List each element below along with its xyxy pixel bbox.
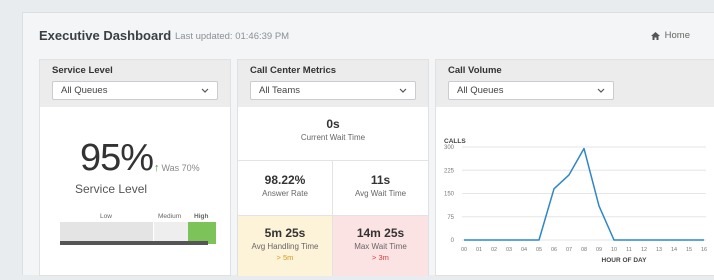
home-link[interactable]: Home [650,30,690,41]
x-tick-label: 14 [671,247,677,253]
x-tick-label: 07 [566,247,572,253]
x-tick-label: 12 [641,247,647,253]
x-tick-label: 02 [491,247,497,253]
x-tick-label: 10 [611,247,617,253]
x-tick-label: 03 [506,247,512,253]
x-tick-label: 11 [626,247,632,253]
y-tick-label: 300 [444,145,455,151]
chevron-down-icon [597,88,605,93]
x-tick-label: 06 [551,247,557,253]
was-label: Was 70% [161,163,200,173]
answer-rate-value: 98.22% [264,173,306,187]
select-value: All Queues [457,85,504,96]
panel-body: 95% ↑ Was 70% Service Level Low Medium H… [40,107,230,275]
x-tick-label: 01 [476,247,482,253]
previous-value: ↑ Was 70% [154,162,200,174]
panel-body: 0s Current Wait Time 98.22% Answer Rate … [238,107,428,276]
call-volume-chart: CALLS 0 75 150 225 300 00 01 02 03 04 05 06 07 08 09 10 1… [444,138,707,264]
max-wait-value: 14m 25s [356,226,405,240]
avg-wait-label: Avg Wait Time [354,189,407,198]
max-wait-label: Max Wait Time [354,242,407,251]
arrow-up-icon: ↑ [154,162,160,174]
gauge-level-bar [60,241,209,245]
x-tick-label: 13 [656,247,662,253]
avg-handling-cell: 5m 25s Avg Handling Time > 5m [238,216,333,276]
chevron-down-icon [201,88,209,93]
panel-header: Service Level All Queues [40,60,230,107]
header: Executive Dashboard Last updated: 01:46:… [39,27,694,47]
team-select[interactable]: All Teams [250,81,416,100]
select-value: All Queues [61,85,108,96]
current-wait-cell: 0s Current Wait Time [238,107,428,161]
current-wait-value: 0s [326,117,340,131]
series-line [464,147,704,241]
service-level-label: Service Level [75,182,148,196]
chevron-down-icon [399,88,407,93]
service-level-value: 95% [80,137,154,179]
max-wait-cell: 14m 25s Max Wait Time > 3m [333,216,428,276]
last-updated: Last updated: 01:46:39 PM [175,31,290,42]
y-tick-label: 75 [447,215,454,221]
x-tick-label: 16 [701,247,707,253]
x-tick-label: 05 [536,247,542,253]
panel-body: CALLS 0 75 150 225 300 00 01 02 03 04 05 06 07 08 09 10 1… [436,107,714,275]
service-level-panel: Service Level All Queues 95% ↑ Was 70% S… [39,59,231,276]
answer-rate-label: Answer Rate [262,189,308,198]
x-tick-label: 15 [686,247,692,253]
home-label: Home [664,30,690,41]
y-tick-label: 225 [444,168,455,174]
answer-rate-cell: 98.22% Answer Rate [238,161,333,216]
x-axis-label: HOUR OF DAY [602,257,648,264]
panel-title: Call Volume [448,65,502,76]
dashboard-frame: Executive Dashboard Last updated: 01:46:… [22,12,714,276]
avg-handling-value: 5m 25s [264,226,306,240]
y-tick-label: 150 [444,192,455,198]
call-volume-panel: Call Volume All Queues CALLS 0 75 150 225 300… [435,59,714,276]
avg-wait-cell: 11s Avg Wait Time [333,161,428,216]
panel-title: Service Level [52,65,113,76]
gauge-label-low: Low [100,213,112,220]
page-title: Executive Dashboard [39,28,172,43]
gauge-label-high: High [194,213,209,220]
panel-header: Call Center Metrics All Teams [238,60,428,107]
panel-header: Call Volume All Queues [436,60,714,107]
queue-select[interactable]: All Queues [448,81,614,100]
x-tick-label: 08 [581,247,587,253]
call-center-metrics-panel: Call Center Metrics All Teams 0s Current… [237,59,429,276]
max-wait-threshold: > 3m [372,253,389,262]
avg-handling-label: Avg Handling Time [251,242,319,251]
select-value: All Teams [259,85,301,96]
x-tick-label: 00 [461,247,467,253]
gauge-label-medium: Medium [158,213,182,220]
home-icon [650,31,660,40]
x-tick-label: 04 [521,247,527,253]
avg-wait-value: 11s [370,173,391,187]
current-wait-label: Current Wait Time [300,133,366,142]
panel-title: Call Center Metrics [250,65,337,76]
y-axis-label: CALLS [444,138,466,145]
avg-handling-threshold: > 5m [276,253,294,262]
queue-select[interactable]: All Queues [52,81,218,100]
x-tick-label: 09 [596,247,602,253]
y-tick-label: 0 [451,238,455,244]
